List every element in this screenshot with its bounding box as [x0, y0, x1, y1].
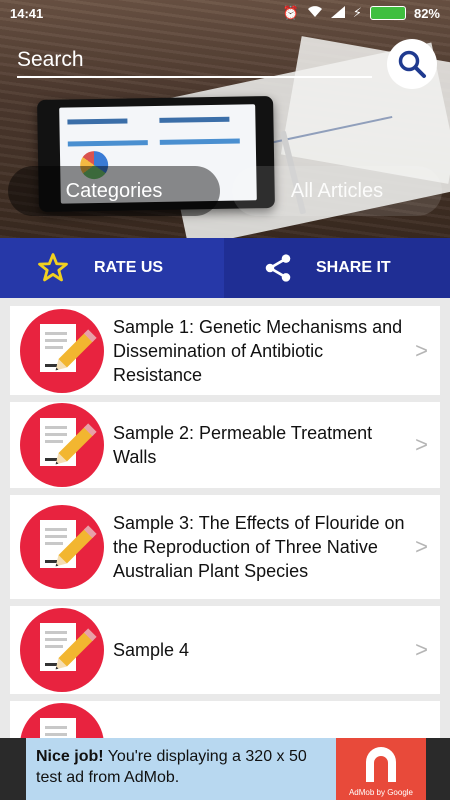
share-icon: [265, 254, 291, 282]
share-it-button[interactable]: SHARE IT: [224, 238, 450, 298]
screen-bar: [159, 116, 230, 123]
signal-icon: [330, 5, 345, 21]
star-icon: [38, 253, 68, 282]
list-item[interactable]: Sample 1: Genetic Mechanisms and Dissemi…: [10, 306, 440, 395]
article-icon-wrap: [10, 308, 113, 394]
document-edit-icon: [19, 608, 104, 692]
search-button[interactable]: [387, 39, 437, 89]
ad-headline: Nice job!: [36, 748, 104, 765]
screen-bar: [67, 140, 148, 147]
article-title: Sample 2: Permeable Treatment Walls: [113, 423, 373, 467]
chevron-right-icon: >: [415, 534, 428, 559]
tab-all-articles[interactable]: All Articles: [232, 166, 442, 216]
admob-caption: AdMob by Google: [348, 788, 414, 797]
status-bar: 14:41 ⏰ ⚡ 82%: [0, 0, 450, 26]
ad-banner[interactable]: Nice job! You're displaying a 320 x 50 t…: [0, 738, 450, 800]
document-edit-icon: [19, 505, 104, 589]
list-item[interactable]: Sample 4 >: [10, 606, 440, 694]
list-item[interactable]: Sample 2: Permeable Treatment Walls >: [10, 402, 440, 488]
search-icon: [398, 50, 426, 78]
tab-categories[interactable]: Categories: [8, 166, 220, 216]
screen-bar: [159, 138, 240, 145]
article-icon-wrap: [10, 607, 113, 693]
chevron-right-icon: >: [415, 432, 428, 457]
article-title: Sample 1: Genetic Mechanisms and Dissemi…: [113, 316, 403, 385]
article-title: Sample 3: The Effects of Flouride on the…: [113, 513, 405, 581]
search-input[interactable]: [17, 44, 372, 76]
status-time: 14:41: [10, 5, 44, 21]
charging-icon: ⚡: [352, 5, 362, 20]
admob-logo: AdMob by Google: [336, 738, 426, 800]
share-it-label: SHARE IT: [316, 259, 391, 276]
search-field: [17, 44, 372, 78]
ad-content[interactable]: Nice job! You're displaying a 320 x 50 t…: [26, 738, 426, 800]
article-icon-wrap: [10, 504, 113, 590]
document-edit-icon: [19, 308, 104, 393]
chevron-right-icon: >: [415, 637, 428, 662]
article-list: Sample 1: Genetic Mechanisms and Dissemi…: [10, 306, 440, 796]
screen-bar: [67, 118, 128, 125]
rate-us-label: RATE US: [94, 259, 164, 276]
ad-text: Nice job! You're displaying a 320 x 50 t…: [36, 746, 336, 788]
battery-percent: 82%: [413, 5, 440, 21]
article-title: Sample 4: [113, 640, 190, 660]
wifi-icon: [307, 5, 323, 21]
rate-us-button[interactable]: RATE US: [0, 238, 224, 298]
action-bar: RATE US SHARE IT: [0, 238, 450, 298]
alarm-icon: ⏰: [282, 5, 299, 20]
document-edit-icon: [19, 403, 104, 487]
chevron-right-icon: >: [415, 337, 428, 363]
header-banner: 14:41 ⏰ ⚡ 82% Categories All Articles: [0, 0, 450, 238]
battery-icon: [369, 6, 406, 20]
list-item[interactable]: Sample 3: The Effects of Flouride on the…: [10, 495, 440, 599]
article-icon-wrap: [10, 402, 113, 488]
